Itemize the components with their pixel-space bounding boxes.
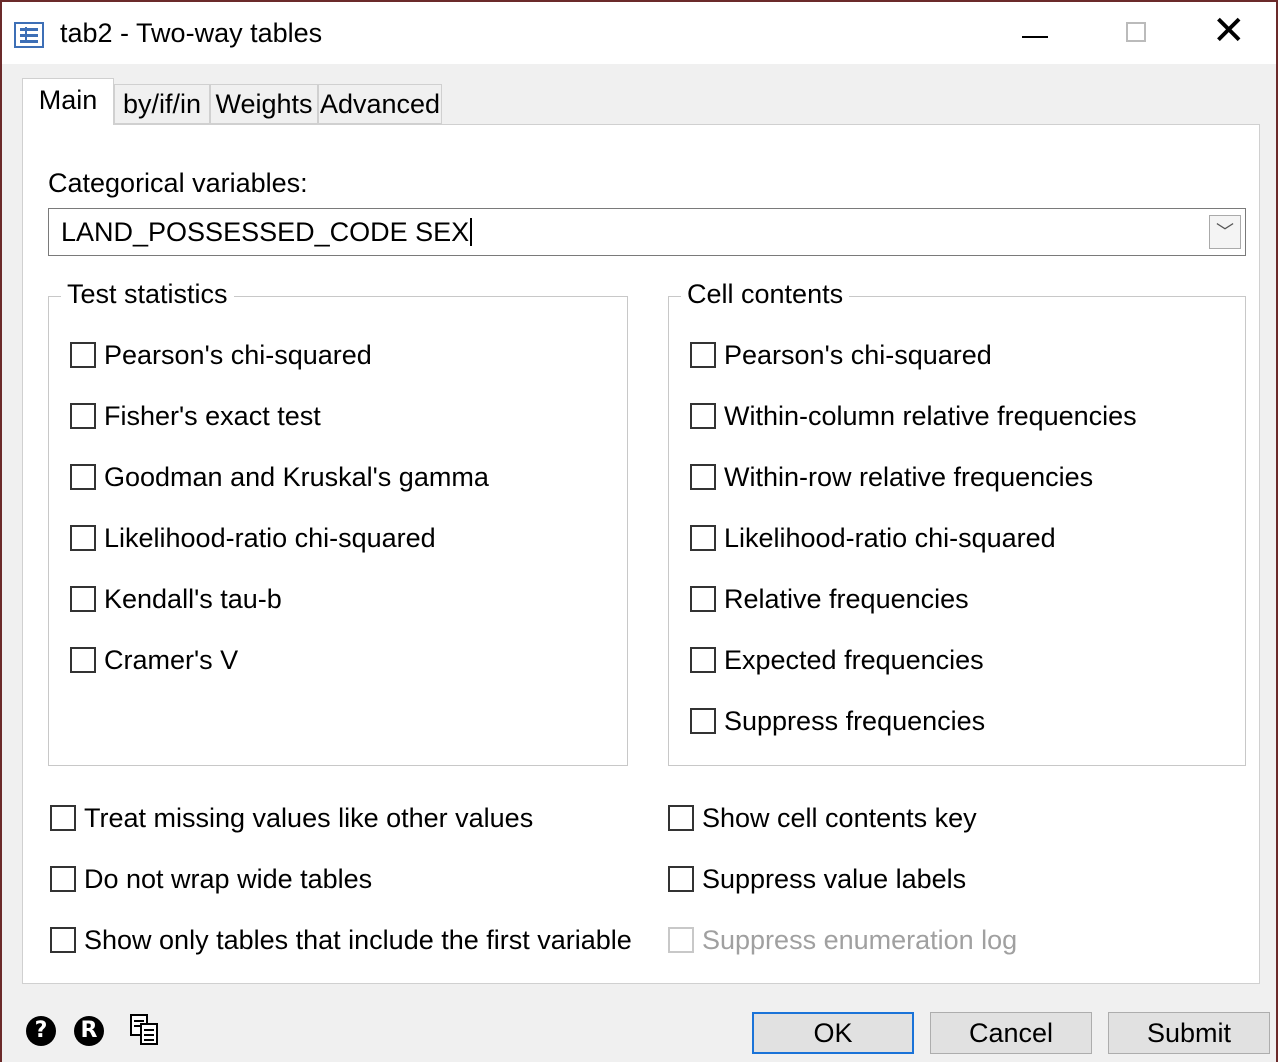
checkbox-box[interactable] [70,525,96,551]
tab-advanced-label: Advanced [319,89,441,119]
checkbox-label: Within-column relative frequencies [724,401,1137,431]
tab-weights[interactable]: Weights [210,84,318,124]
checkbox-label: Show cell contents key [702,803,977,833]
checkbox-box[interactable] [690,647,716,673]
maximize-button[interactable] [1092,2,1182,64]
checkbox-box[interactable] [668,805,694,831]
checkbox-label: Pearson's chi-squared [724,340,992,370]
checkbox-label: Expected frequencies [724,645,984,675]
tab-main-label: Main [38,85,98,115]
checkbox-box[interactable] [50,927,76,953]
chevron-down-icon[interactable]: ﹀ [1209,215,1241,249]
categorical-variables-combobox[interactable]: LAND_POSSESSED_CODE SEX ﹀ [48,208,1246,256]
checkbox-box[interactable] [690,464,716,490]
checkbox-label: Kendall's tau-b [104,584,282,614]
checkbox-box[interactable] [50,866,76,892]
checkbox-label: Suppress frequencies [724,706,986,736]
checkbox-box[interactable] [690,403,716,429]
reset-icon[interactable]: R [74,1016,104,1046]
checkbox-box[interactable] [70,647,96,673]
checkbox-label: Goodman and Kruskal's gamma [104,462,489,492]
minimize-icon [1022,36,1048,38]
checkbox-label: Fisher's exact test [104,401,321,431]
checkbox-label: Do not wrap wide tables [84,864,373,894]
categorical-variables-label: Categorical variables: [48,168,308,198]
checkbox-label: Show only tables that include the first … [84,925,632,955]
dialog-window: tab2 - Two-way tables ✕ Main by/if/in We… [0,0,1278,1062]
checkbox-label: Within-row relative frequencies [724,462,1094,492]
categorical-variables-text: LAND_POSSESSED_CODE SEX [61,217,470,247]
checkbox-box[interactable] [690,342,716,368]
maximize-icon [1126,22,1146,42]
submit-button[interactable]: Submit [1108,1012,1270,1054]
checkbox-box[interactable] [690,525,716,551]
tab-main[interactable]: Main [22,78,114,125]
checkbox-box[interactable] [690,708,716,734]
title-bar[interactable]: tab2 - Two-way tables ✕ [2,2,1276,64]
cell-contents-title: Cell contents [681,277,850,311]
checkbox-box [668,927,694,953]
checkbox-label: Relative frequencies [724,584,969,614]
ok-button[interactable]: OK [752,1012,914,1054]
checkbox-box[interactable] [70,342,96,368]
test-statistics-title: Test statistics [61,277,234,311]
dialog-form-icon [14,22,44,48]
checkbox-label: Likelihood-ratio chi-squared [104,523,436,553]
checkbox-label: Treat missing values like other values [84,803,534,833]
copy-command-icon[interactable] [130,1014,164,1048]
tab-by-if-in-label: by/if/in [122,89,202,119]
checkbox-box[interactable] [70,403,96,429]
checkbox-box[interactable] [668,866,694,892]
help-icon[interactable]: ? [26,1016,56,1046]
minimize-button[interactable] [986,2,1076,64]
checkbox-box[interactable] [690,586,716,612]
tab-advanced[interactable]: Advanced [318,84,442,124]
text-caret [470,218,473,246]
close-button[interactable]: ✕ [1182,2,1272,64]
checkbox-label: Likelihood-ratio chi-squared [724,523,1056,553]
categorical-variables-value: LAND_POSSESSED_CODE SEX [61,215,473,249]
checkbox-label: Suppress value labels [702,864,967,894]
tab-weights-label: Weights [215,89,313,119]
cancel-button[interactable]: Cancel [930,1012,1092,1054]
checkbox-label: Suppress enumeration log [702,925,1018,955]
window-title: tab2 - Two-way tables [60,18,323,48]
checkbox-box[interactable] [70,464,96,490]
checkbox-box[interactable] [70,586,96,612]
close-icon: ✕ [1212,8,1246,54]
checkbox-label: Pearson's chi-squared [104,340,372,370]
checkbox-box[interactable] [50,805,76,831]
checkbox-label: Cramer's V [104,645,239,675]
tab-by-if-in[interactable]: by/if/in [114,84,210,124]
